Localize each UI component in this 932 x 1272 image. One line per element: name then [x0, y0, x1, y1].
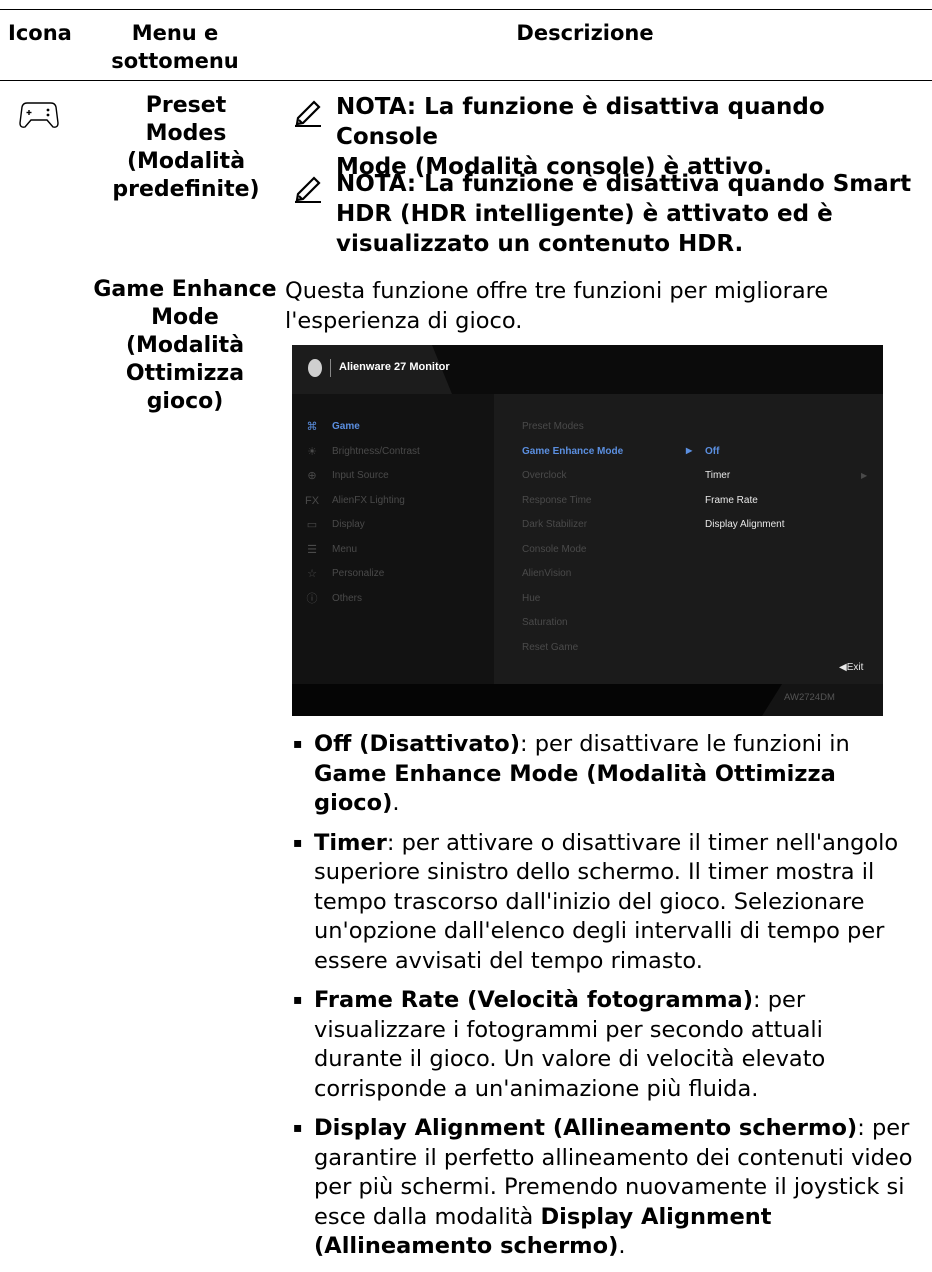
- osd-main-menu-item[interactable]: Input Source: [332, 470, 389, 481]
- note-pencil-icon: [295, 176, 321, 203]
- osd-option-item[interactable]: Display Alignment: [705, 519, 784, 530]
- ge-intro-line1: Questa funzione offre tre funzioni per m…: [285, 278, 829, 304]
- option-descriptions: Off (Disattivato): per disattivare le fu…: [293, 730, 915, 1272]
- brightness-icon: ☀: [307, 446, 317, 458]
- osd-submenu-item[interactable]: Overclock: [522, 470, 566, 481]
- osd-title: Alienware 27 Monitor: [339, 361, 450, 373]
- bullet-display-alignment: Display Alignment (Allineamento schermo)…: [293, 1114, 915, 1262]
- display-icon: ▭: [306, 519, 318, 531]
- osd-submenu-item[interactable]: Saturation: [522, 617, 568, 628]
- bullet-align-term: Display Alignment (Allineamento schermo): [314, 1115, 858, 1141]
- fx-icon: FX: [304, 495, 320, 507]
- osd-option-item[interactable]: Frame Rate: [705, 495, 758, 506]
- preset-menu-line1: Preset Modes: [145, 93, 227, 146]
- game-enhance-intro: Questa funzione offre tre funzioni per m…: [285, 277, 915, 336]
- osd-model-label: AW2724DM: [784, 692, 835, 703]
- note-smart-hdr: NOTA: La funzione è disattiva quando Sma…: [336, 169, 916, 259]
- osd-screenshot: Alienware 27 Monitor ⌘ Game ☀ Brightness…: [292, 345, 883, 716]
- osd-main-menu-item[interactable]: Others: [332, 593, 362, 604]
- menu-icon: ☰: [307, 544, 317, 556]
- bullet-timer: Timer: per attivare o disattivare il tim…: [293, 829, 915, 977]
- alienware-logo-icon: [308, 359, 322, 377]
- osd-option-item[interactable]: Off: [705, 446, 719, 457]
- ge-menu-line3: (Modalità: [125, 333, 245, 358]
- note1-line1: NOTA: La funzione è disattiva quando Con…: [336, 94, 825, 150]
- preset-menu-line3: predefinite): [112, 177, 260, 202]
- osd-main-area: ⌘ Game ☀ Brightness/Contrast ⊕ Input Sou…: [292, 394, 883, 684]
- osd-exit-button[interactable]: ◀Exit: [839, 662, 863, 673]
- osd-submenu-item[interactable]: Dark Stabilizer: [522, 519, 587, 530]
- header-menu-line1: Menu e: [131, 21, 219, 45]
- preset-menu-line2: (Modalità: [126, 149, 246, 174]
- osd-submenu-column: Preset Modes Game Enhance Mode Overclock…: [494, 394, 883, 684]
- bullet-timer-text: : per attivare o disattivare il timer ne…: [314, 829, 899, 974]
- bullet-off-text: : per disattivare le funzioni in: [520, 731, 850, 757]
- bullet-timer-term: Timer: [314, 829, 387, 856]
- osd-submenu-item[interactable]: Preset Modes: [522, 421, 584, 432]
- note-pencil-icon: [295, 100, 321, 127]
- table-header-rule: [0, 80, 932, 81]
- note2-line2: HDR (HDR intelligente) è attivato ed è: [336, 201, 833, 227]
- ge-menu-line1: Game Enhance: [93, 277, 277, 302]
- star-icon: ☆: [307, 568, 317, 580]
- osd-title-separator: [330, 359, 331, 377]
- osd-submenu-item[interactable]: Console Mode: [522, 544, 586, 555]
- osd-main-menu-item[interactable]: Brightness/Contrast: [332, 446, 420, 457]
- osd-option-item[interactable]: Timer: [705, 470, 730, 481]
- ge-menu-line4: Ottimizza: [125, 361, 245, 386]
- bullet-off: Off (Disattivato): per disattivare le fu…: [293, 730, 915, 819]
- osd-submenu-item[interactable]: Hue: [522, 593, 540, 604]
- ge-menu-line5: gioco): [146, 389, 224, 414]
- osd-main-menu-column: ⌘ Game ☀ Brightness/Contrast ⊕ Input Sou…: [292, 394, 494, 684]
- bullet-off-end: .: [392, 790, 400, 816]
- osd-submenu-item[interactable]: AlienVision: [522, 568, 571, 579]
- header-description-column: Descrizione: [516, 21, 654, 45]
- preset-modes-menu-name: Preset Modes (Modalità predefinite): [104, 92, 268, 204]
- header-menu-column: Menu e sottomenu: [110, 19, 240, 75]
- submenu-arrow-icon: ▶: [861, 471, 868, 480]
- table-top-rule: [0, 9, 932, 10]
- header-icon-column: Icona: [8, 21, 72, 45]
- osd-submenu-item[interactable]: Game Enhance Mode: [522, 446, 623, 457]
- bullet-frame-rate: Frame Rate (Velocità fotogramma): per vi…: [293, 986, 915, 1104]
- header-menu-line2: sottomenu: [111, 49, 239, 73]
- osd-main-menu-item[interactable]: Game: [332, 421, 360, 432]
- game-enhance-menu-name: Game Enhance Mode (Modalità Ottimizza gi…: [92, 276, 278, 416]
- note2-line1: NOTA: La funzione è disattiva quando Sma…: [336, 171, 912, 197]
- osd-main-menu-item[interactable]: Personalize: [332, 568, 384, 579]
- info-icon: ⓘ: [306, 593, 318, 605]
- osd-submenu-item[interactable]: Response Time: [522, 495, 591, 506]
- bullet-frame-term: Frame Rate (Velocità fotogramma): [314, 987, 754, 1013]
- bullet-align-end: .: [618, 1233, 626, 1259]
- osd-submenu-item[interactable]: Reset Game: [522, 642, 578, 653]
- input-icon: ⊕: [307, 470, 317, 482]
- note2-line3: visualizzato un contenuto HDR.: [336, 231, 744, 257]
- bullet-off-term: Off (Disattivato): [314, 731, 521, 757]
- ge-intro-line2: l'esperienza di gioco.: [285, 307, 523, 334]
- gamepad-icon: ⌘: [306, 421, 318, 433]
- osd-main-menu-item[interactable]: AlienFX Lighting: [332, 495, 405, 506]
- selected-marker-icon: ▶: [686, 446, 693, 455]
- gamepad-icon: [19, 102, 59, 128]
- osd-main-menu-item[interactable]: Menu: [332, 544, 357, 555]
- osd-main-menu-item[interactable]: Display: [332, 519, 365, 530]
- ge-menu-line2: Mode: [151, 305, 219, 330]
